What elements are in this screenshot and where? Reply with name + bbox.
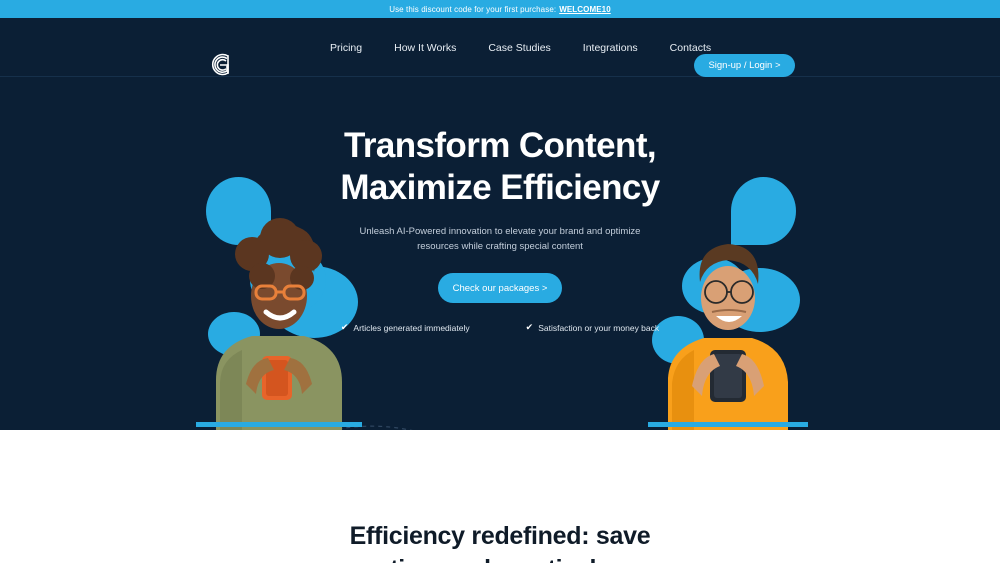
nav-item-case-studies[interactable]: Case Studies (488, 42, 550, 54)
announcement-bar: Use this discount code for your first pu… (0, 0, 1000, 18)
nav-item-integrations[interactable]: Integrations (583, 42, 638, 54)
hero-title-line-2: Maximize Efficiency (340, 168, 660, 207)
check-icon: ✔ (340, 322, 349, 332)
logo-g-mark[interactable] (203, 49, 234, 80)
nav-item-how-it-works[interactable]: How It Works (394, 42, 456, 54)
section-title-line-1: Efficiency redefined: save (349, 522, 651, 550)
announcement-text: Use this discount code for your first pu… (389, 4, 557, 14)
hero-title-line-1: Transform Content, (344, 126, 657, 165)
nav-item-pricing[interactable]: Pricing (330, 42, 362, 54)
efficiency-section: Efficiency redefined: save time and crea… (0, 430, 1000, 563)
hero-section: Transform Content, Maximize Efficiency U… (0, 77, 1000, 430)
benefit-label: Articles generated immediately (353, 322, 470, 333)
landing-page: Use this discount code for your first pu… (0, 0, 1000, 563)
nav-links: Pricing How It Works Case Studies Integr… (330, 18, 711, 77)
discount-code-link[interactable]: WELCOME10 (559, 5, 611, 14)
section-title: Efficiency redefined: save time and crea… (0, 520, 1000, 563)
main-navigation: Pricing How It Works Case Studies Integr… (0, 18, 1000, 77)
dashed-wave-decoration (331, 425, 413, 430)
nav-item-contacts[interactable]: Contacts (670, 42, 711, 54)
hero-title: Transform Content, Maximize Efficiency (0, 125, 1000, 209)
benefit-label: Satisfaction or your money back (538, 322, 660, 333)
check-icon: ✔ (525, 322, 534, 332)
benefit-articles-immediate: ✔ Articles generated immediately (341, 322, 470, 333)
hero-copy: Transform Content, Maximize Efficiency U… (0, 77, 1000, 333)
benefit-money-back: ✔ Satisfaction or your money back (526, 322, 660, 333)
section-title-line-2: time and creatively (390, 555, 610, 563)
hero-benefits: ✔ Articles generated immediately ✔ Satis… (0, 322, 1000, 333)
hero-subtitle-line-2: resources while crafting special content (417, 241, 583, 252)
hero-subtitle-line-1: Unleash AI-Powered innovation to elevate… (359, 226, 641, 237)
hero-subtitle: Unleash AI-Powered innovation to elevate… (0, 224, 1000, 254)
signup-login-button[interactable]: Sign-up / Login > (694, 54, 795, 77)
check-packages-button[interactable]: Check our packages > (438, 273, 562, 303)
